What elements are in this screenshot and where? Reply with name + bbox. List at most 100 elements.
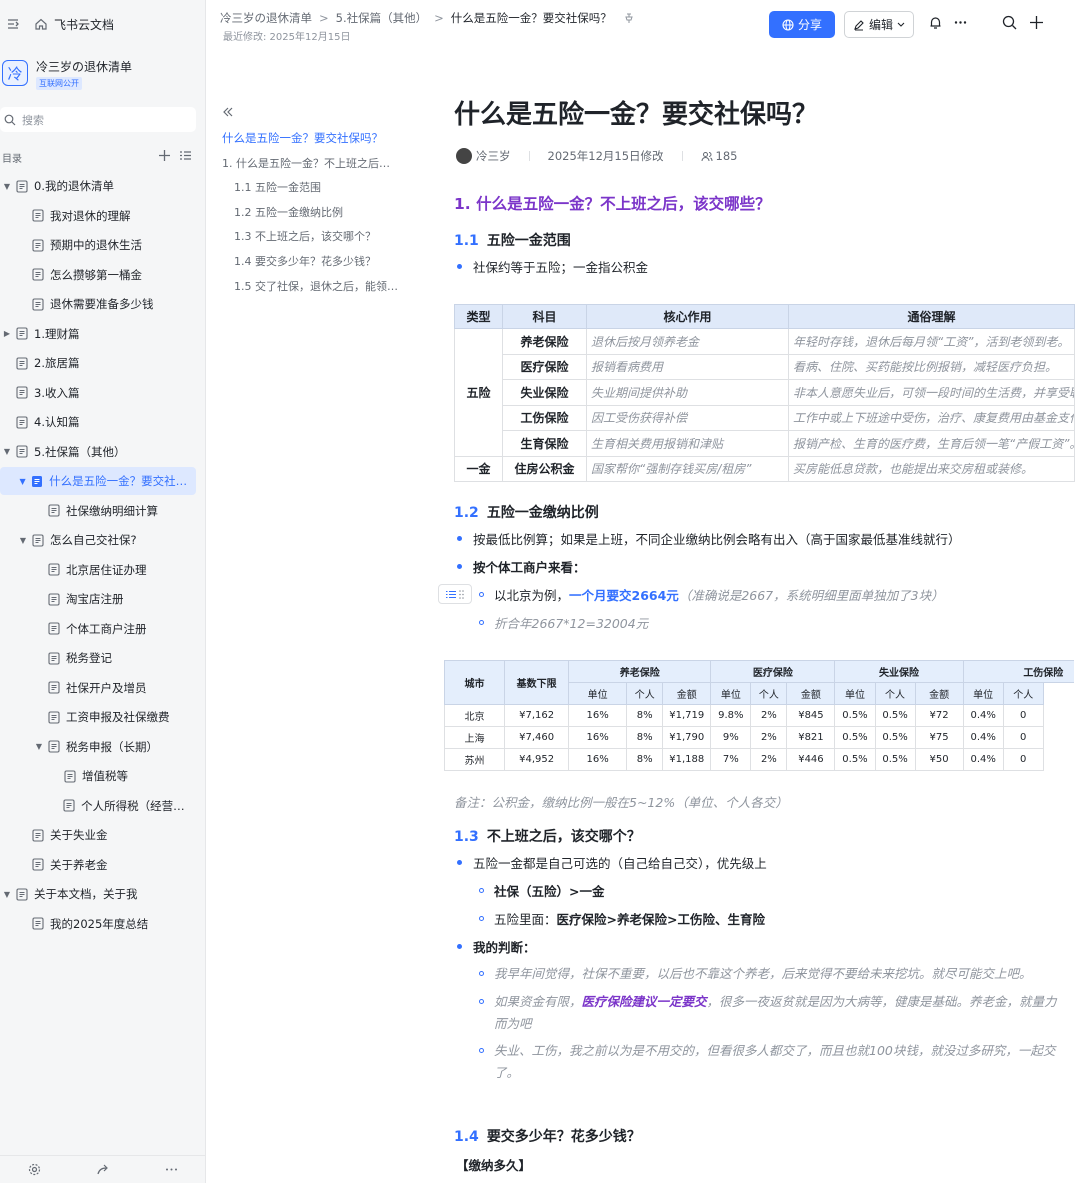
table-cell: 9% xyxy=(710,726,752,749)
outline-item[interactable]: 1. 什么是五险一金？不上班之后，该交哪些？ xyxy=(222,155,400,171)
caret-right-icon[interactable]: ▶ xyxy=(2,329,12,338)
table-cell: 退休后按月领养老金 xyxy=(586,328,789,355)
outline-item[interactable]: 1.4 要交多少年？花多少钱？ xyxy=(234,253,400,269)
author-name[interactable]: 冷三岁 xyxy=(476,148,511,164)
table-subheader: 单位 xyxy=(710,682,752,705)
table-cell: 8% xyxy=(626,726,664,749)
sidebar-item[interactable]: 社保缴纳明细计算 xyxy=(0,497,196,525)
sidebar-item[interactable]: 个人所得税（经营所得） xyxy=(0,792,196,820)
section-heading-1-4: 1.4 要交多少年？花多少钱？ xyxy=(454,1129,641,1145)
table-header: 核心作用 xyxy=(586,304,789,329)
sidebar-item[interactable]: 3.收入篇 xyxy=(0,379,196,407)
table-header: 城市 xyxy=(444,660,506,705)
document-icon xyxy=(32,297,44,311)
sidebar-item[interactable]: ▼ 关于本文档，关于我 xyxy=(0,880,196,908)
sidebar-footer xyxy=(0,1155,206,1183)
search-icon[interactable] xyxy=(1002,15,1017,30)
sidebar-item[interactable]: 怎么攒够第一桶金 xyxy=(0,261,196,289)
sidebar-item[interactable]: 4.认知篇 xyxy=(0,408,196,436)
table-row: 上海 ¥7,460 16% 8% ¥1,790 9% 2% ¥821 0.5% 0.5% ¥75 0.… xyxy=(444,726,1075,749)
doc-header: 冷三岁の退休清单 > 5.社保篇（其他） > 什么是五险一金？要交社保吗？ 最近… xyxy=(206,0,1080,48)
space-header[interactable]: 冷 冷三岁の退休清单 互联网公开 xyxy=(0,54,206,94)
table-cell: 看病、住院、买药能按比例报销，减轻医疗负担。 xyxy=(788,353,1075,380)
sidebar-item[interactable]: 社保开户及增员 xyxy=(0,674,196,702)
pin-icon[interactable] xyxy=(624,13,634,24)
table-group-cell: 五险 xyxy=(454,328,503,457)
table-header: 科目 xyxy=(502,304,587,329)
caret-down-icon[interactable]: ▼ xyxy=(18,536,28,545)
collapse-outline-icon[interactable] xyxy=(222,106,234,118)
sidebar-item[interactable]: 退休需要准备多少钱 xyxy=(0,290,196,318)
add-icon[interactable] xyxy=(158,149,171,162)
settings-icon[interactable] xyxy=(28,1163,41,1176)
caret-down-icon[interactable]: ▼ xyxy=(2,447,12,456)
sidebar-item[interactable]: ▼ 怎么自己交社保? xyxy=(0,526,196,554)
outline-item[interactable]: 1.5 交了社保，退休之后，能领多少钱？ xyxy=(234,278,400,294)
more-icon[interactable] xyxy=(165,1163,178,1176)
outline-item[interactable]: 什么是五险一金？要交社保吗？ xyxy=(222,130,400,146)
collapse-sidebar-icon[interactable] xyxy=(6,17,20,31)
table-cell: 8% xyxy=(626,748,664,771)
caret-down-icon[interactable]: ▼ xyxy=(18,477,27,486)
table-cell: 16% xyxy=(568,704,628,727)
outline-item[interactable]: 1.2 五险一金缴纳比例 xyxy=(234,204,400,220)
table-subheader: 单位 xyxy=(834,682,876,705)
share-out-icon[interactable] xyxy=(96,1163,109,1176)
list-options-icon[interactable] xyxy=(179,149,192,162)
edit-button[interactable]: 编辑 xyxy=(844,11,914,38)
sidebar-item[interactable]: 北京居住证办理 xyxy=(0,556,196,584)
sidebar-header: 飞书云文档 xyxy=(0,10,206,38)
document-icon xyxy=(64,769,76,783)
sidebar-item[interactable]: 增值税等 xyxy=(0,762,196,790)
contribution-table-wrap[interactable]: 城市 基数下限 养老保险 医疗保险 失业保险 工伤保险 单位 个人 金额 单位 个人 金额… xyxy=(444,660,1074,771)
home-icon[interactable] xyxy=(34,17,48,31)
table-cell: 工作中或上下班途中受伤，治疗、康复费用由基金支付。 xyxy=(788,404,1075,431)
block-handle[interactable] xyxy=(438,584,472,604)
sidebar-item[interactable]: 个体工商户注册 xyxy=(0,615,196,643)
sub-bullet-text: 社保（五险）>一金 xyxy=(494,884,605,899)
bullet-text: 按个体工商户来看： xyxy=(473,560,586,575)
document-icon xyxy=(48,710,60,724)
bullet-text: 按最低比例算；如果是上班，不同企业缴纳比例会略有出入（高于国家最低基准线就行） xyxy=(473,532,961,547)
sidebar-item[interactable]: ▼ 税务申报（长期） xyxy=(0,733,196,761)
search-input[interactable]: 搜索 xyxy=(0,107,196,132)
sidebar-item[interactable]: 工资申报及社保缴费 xyxy=(0,703,196,731)
table-cell: 2% xyxy=(750,704,788,727)
outline-item[interactable]: 1.1 五险一金范围 xyxy=(234,179,400,195)
caret-down-icon[interactable]: ▼ xyxy=(2,890,12,899)
sidebar-item[interactable]: 我的2025年度总结 xyxy=(0,910,196,938)
breadcrumb-item[interactable]: 冷三岁の退休清单 xyxy=(220,10,312,26)
bullet-dot xyxy=(457,564,462,569)
sidebar-item[interactable]: 关于失业金 xyxy=(0,821,196,849)
sidebar-item[interactable]: 我对退休的理解 xyxy=(0,202,196,230)
caret-down-icon[interactable]: ▼ xyxy=(2,182,12,191)
sidebar-item[interactable]: ▶ 1.理财篇 xyxy=(0,320,196,348)
sidebar-item-label: 4.认知篇 xyxy=(34,415,80,429)
sidebar-item[interactable]: 预期中的退休生活 xyxy=(0,231,196,259)
document-icon xyxy=(32,268,44,281)
avatar[interactable] xyxy=(456,148,472,164)
table-cell: 报销看病费用 xyxy=(586,353,789,380)
breadcrumb-current[interactable]: 什么是五险一金？要交社保吗？ xyxy=(451,10,612,26)
breadcrumb-item[interactable]: 5.社保篇（其他） xyxy=(336,10,427,26)
sidebar-item[interactable]: 税务登记 xyxy=(0,644,196,672)
app-title[interactable]: 飞书云文档 xyxy=(54,16,114,33)
plus-icon[interactable] xyxy=(1029,15,1044,30)
sidebar-item[interactable]: 关于养老金 xyxy=(0,851,196,879)
more-icon[interactable] xyxy=(953,15,968,30)
sidebar-item[interactable]: 淘宝店注册 xyxy=(0,585,196,613)
table-cell: 生育保险 xyxy=(502,430,587,457)
insurance-table: 类型 科目 核心作用 通俗理解 五险 养老保险 退休后按月领养老金 年轻时存钱，退休后… xyxy=(454,304,1075,482)
sidebar-item-active[interactable]: ▼ 什么是五险一金？要交社保吗？ xyxy=(0,467,196,495)
table-header: 医疗保险 xyxy=(710,660,836,683)
sidebar-item[interactable]: ▼ 0.我的退休清单 xyxy=(0,172,196,200)
outline-item[interactable]: 1.3 不上班之后，该交哪个？ xyxy=(234,228,400,244)
caret-down-icon[interactable]: ▼ xyxy=(34,742,44,751)
table-cell: ¥1,188 xyxy=(662,748,712,771)
bell-icon[interactable] xyxy=(928,15,943,30)
sidebar-item-label: 0.我的退休清单 xyxy=(34,179,114,193)
paragraph-text: 【缴纳多久】 xyxy=(456,1158,532,1173)
sidebar-item[interactable]: 2.旅居篇 xyxy=(0,349,196,377)
share-button[interactable]: 分享 xyxy=(769,11,835,38)
sidebar-item[interactable]: ▼ 5.社保篇（其他） xyxy=(0,438,196,466)
